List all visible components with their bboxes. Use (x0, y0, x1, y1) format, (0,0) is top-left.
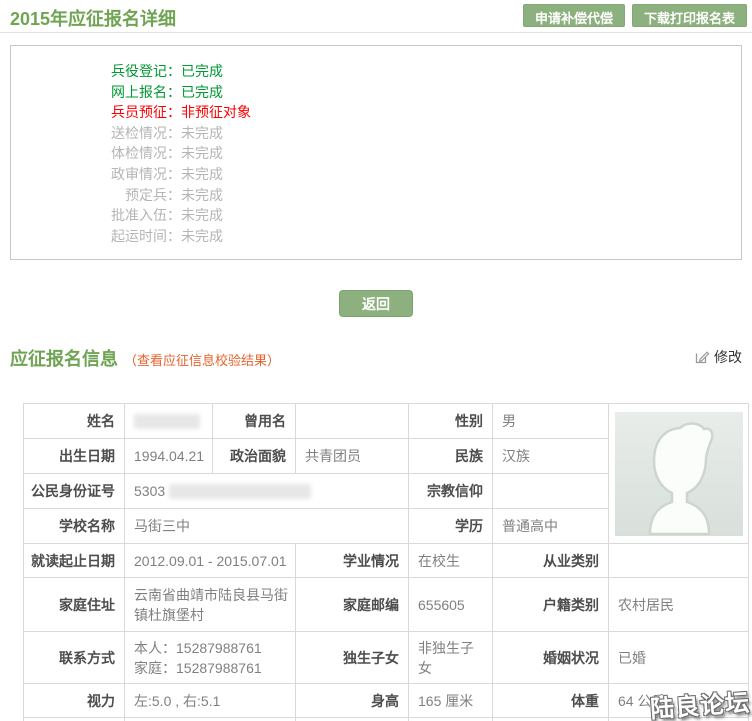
vision-value: 左:5.0 , 右:5.1 (124, 683, 296, 718)
contact-label: 联系方式 (23, 631, 125, 684)
religion-label: 宗教信仰 (408, 473, 493, 509)
status-row-political-review: 政审情况：未完成 (111, 165, 223, 182)
ethnicity-value: 汉族 (492, 438, 609, 474)
status-panel: 兵役登记：已完成 网上报名：已完成 兵员预征：非预征对象 送检情况：未完成 体检… (10, 45, 742, 260)
school-name-label: 学校名称 (23, 508, 125, 544)
header-buttons: 申请补偿代偿 下载打印报名表 (522, 4, 747, 27)
ethnicity-label: 民族 (408, 438, 493, 474)
education-value: 普通高中 (492, 508, 609, 544)
back-button[interactable]: 返回 (339, 290, 413, 317)
school-name-value: 马街三中 (124, 508, 409, 544)
registration-info-table: 姓名 曾用名 性别 男 出生日期 1994.04.21 政治面貌 共青团员 民族… (23, 403, 749, 721)
edit-link[interactable]: 修改 (694, 347, 742, 367)
page-title: 2015年应征报名详细 (10, 9, 177, 29)
birth-date-label: 出生日期 (23, 438, 125, 474)
vision-label: 视力 (23, 683, 125, 718)
edit-label: 修改 (714, 349, 742, 365)
empty-value (124, 717, 296, 721)
former-name-label: 曾用名 (212, 403, 296, 439)
occupation-type-label: 从业类别 (492, 543, 609, 578)
status-row-send-exam: 送检情况：未完成 (111, 124, 223, 141)
postcode-value: 655605 (408, 577, 493, 632)
empty-label (492, 717, 609, 721)
status-row-pre-conscription: 兵员预征：非预征对象 (111, 104, 251, 121)
table-row: 联系方式 本人：15287988761 家庭：15287988761 独生子女 … (23, 631, 749, 684)
section-title: 应征报名信息 (10, 349, 118, 369)
status-row-pre-selected: 预定兵：未完成 (125, 186, 223, 203)
home-address-label: 家庭住址 (23, 577, 125, 632)
table-row: 姓名 曾用名 性别 男 (23, 403, 749, 544)
avatar (615, 411, 743, 536)
study-period-label: 就读起止日期 (23, 543, 125, 578)
check-validation-link[interactable]: （查看应征信息校验结果） (124, 350, 280, 369)
table-row: 家庭住址 云南省曲靖市陆良县马街镇杜旗堡村 家庭邮编 655605 户籍类别 农… (23, 577, 749, 632)
political-status-label: 政治面貌 (212, 438, 296, 474)
gender-value: 男 (492, 403, 609, 439)
only-child-value: 非独生子女 (408, 631, 493, 684)
household-type-value: 农村居民 (608, 577, 749, 632)
home-address-value: 云南省曲靖市陆良县马街镇杜旗堡村 (124, 577, 296, 632)
name-redacted-block (134, 414, 200, 430)
apply-compensation-button[interactable]: 申请补偿代偿 (522, 4, 625, 27)
id-number-prefix: 5303 (134, 482, 166, 499)
occupation-type-value (608, 543, 749, 578)
study-period-value: 2012.09.01 - 2015.07.01 (124, 543, 296, 578)
status-row-departure-time: 起运时间：未完成 (111, 227, 223, 244)
photo-cell (608, 403, 749, 544)
empty-label (295, 717, 409, 721)
section-header: 应征报名信息 （查看应征信息校验结果） 修改 (10, 345, 742, 369)
id-number-label: 公民身份证号 (23, 473, 125, 509)
former-name-value (295, 403, 409, 439)
name-label: 姓名 (23, 403, 125, 439)
empty-value (408, 717, 493, 721)
status-row-online-signup: 网上报名：已完成 (111, 83, 223, 100)
download-print-form-button[interactable]: 下载打印报名表 (631, 4, 747, 27)
page-header: 2015年应征报名详细 申请补偿代偿 下载打印报名表 (0, 0, 752, 33)
postcode-label: 家庭邮编 (295, 577, 409, 632)
watermark: 陆良论坛 (649, 689, 752, 721)
marital-status-label: 婚姻状况 (492, 631, 609, 684)
table-row (23, 717, 749, 721)
status-row-enlistment-approval: 批准入伍：未完成 (111, 207, 223, 224)
status-row-military-registration: 兵役登记：已完成 (111, 63, 223, 79)
table-row: 就读起止日期 2012.09.01 - 2015.07.01 学业情况 在校生 … (23, 543, 749, 578)
only-child-label: 独生子女 (295, 631, 409, 684)
religion-value (492, 473, 609, 509)
contact-self: 本人：15287988761 (134, 639, 262, 656)
name-value (124, 403, 213, 439)
birth-date-value: 1994.04.21 (124, 438, 213, 474)
household-type-label: 户籍类别 (492, 577, 609, 632)
height-label: 身高 (295, 683, 409, 718)
status-row-physical-exam: 体检情况：未完成 (111, 145, 223, 162)
edit-pencil-icon (695, 351, 710, 364)
id-redacted-block (169, 484, 312, 500)
height-value: 165 厘米 (408, 683, 493, 718)
academic-status-value: 在校生 (408, 543, 493, 578)
head-silhouette-icon (648, 421, 714, 535)
id-number-value: 5303 (124, 473, 409, 509)
conscription-detail-page: 2015年应征报名详细 申请补偿代偿 下载打印报名表 兵役登记：已完成 网上报名… (0, 0, 752, 721)
weight-label: 体重 (492, 683, 609, 718)
table-row: 视力 左:5.0 , 右:5.1 身高 165 厘米 体重 64 公斤 (23, 683, 749, 718)
contact-home: 家庭：15287988761 (134, 659, 262, 676)
contact-value: 本人：15287988761 家庭：15287988761 (124, 631, 296, 684)
academic-status-label: 学业情况 (295, 543, 409, 578)
empty-label (23, 717, 125, 721)
political-status-value: 共青团员 (295, 438, 409, 474)
gender-label: 性别 (408, 403, 493, 439)
education-label: 学历 (408, 508, 493, 544)
marital-status-value: 已婚 (608, 631, 749, 684)
